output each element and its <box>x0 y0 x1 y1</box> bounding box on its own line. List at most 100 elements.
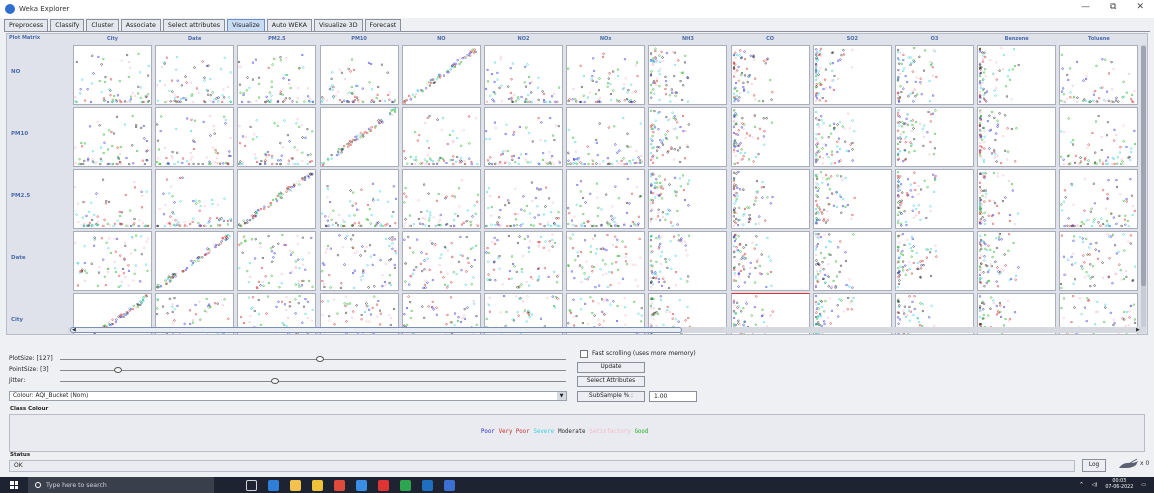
scatter-cell-no-pm25[interactable] <box>237 45 317 105</box>
log-button[interactable]: Log <box>1082 459 1106 472</box>
edge-icon[interactable] <box>268 479 279 491</box>
scatter-cell-pm25-nox[interactable] <box>566 169 646 229</box>
weka-bird-icon[interactable] <box>1117 458 1139 472</box>
chevron-down-icon[interactable]: ▼ <box>557 392 566 400</box>
tab-visualize[interactable]: Visualize <box>227 19 265 31</box>
scatter-cell-date-pm25[interactable] <box>237 231 317 291</box>
update-button[interactable]: Update <box>577 362 645 373</box>
minimize-icon[interactable]: — <box>1081 2 1090 12</box>
scatter-cell-pm10-o3[interactable] <box>895 107 974 167</box>
scatter-cell-pm25-benzene[interactable] <box>977 169 1057 229</box>
scatter-cell-date-co[interactable] <box>730 231 810 291</box>
scatter-cell-pm25-city[interactable] <box>73 169 152 229</box>
outlook-icon[interactable] <box>422 479 433 491</box>
taskbar-search-input[interactable]: Type here to search <box>28 477 214 493</box>
scatter-cell-pm10-so2[interactable] <box>812 107 892 167</box>
scatter-cell-pm10-benzene[interactable] <box>977 107 1057 167</box>
jitter-track[interactable] <box>60 381 566 382</box>
scatter-cell-pm25-so2[interactable] <box>812 169 892 229</box>
tab-auto-weka[interactable]: Auto WEKA <box>266 19 312 31</box>
scatter-cell-no-date[interactable] <box>155 45 235 105</box>
task-view-icon[interactable] <box>246 479 257 491</box>
scatter-cell-no-nh3[interactable] <box>648 45 728 105</box>
scatter-cell-no-o3[interactable] <box>895 45 974 105</box>
scatter-cell-pm25-pm25[interactable] <box>237 169 317 229</box>
point-size-slider-knob[interactable] <box>114 367 122 373</box>
matrix-horizontal-thumb[interactable] <box>70 327 682 333</box>
scatter-cell-pm25-co[interactable] <box>730 169 810 229</box>
store-icon[interactable] <box>290 479 301 491</box>
scatter-point <box>852 296 855 300</box>
scatter-cell-date-o3[interactable] <box>895 231 974 291</box>
scatter-cell-pm25-toluene[interactable] <box>1059 169 1139 229</box>
tab-forecast[interactable]: Forecast <box>364 19 402 31</box>
scatter-cell-pm25-nh3[interactable] <box>648 169 728 229</box>
tab-cluster[interactable]: Cluster <box>86 19 119 31</box>
scatter-cell-no-toluene[interactable] <box>1059 45 1139 105</box>
scatter-cell-pm10-toluene[interactable] <box>1059 107 1139 167</box>
restore-icon[interactable]: ⧉ <box>1110 2 1116 12</box>
scatter-cell-date-city[interactable] <box>73 231 152 291</box>
scatter-cell-pm10-nh3[interactable] <box>648 107 728 167</box>
plot-size-slider-knob[interactable] <box>316 356 324 362</box>
jitter-slider-knob[interactable] <box>271 378 279 384</box>
explorer-icon[interactable] <box>312 479 323 491</box>
scatter-cell-date-benzene[interactable] <box>977 231 1057 291</box>
scatter-cell-pm10-city[interactable] <box>73 107 152 167</box>
close-icon[interactable]: ✕ <box>1136 2 1144 12</box>
scatter-cell-pm10-pm25[interactable] <box>237 107 317 167</box>
scatter-cell-no-benzene[interactable] <box>977 45 1057 105</box>
scatter-cell-date-toluene[interactable] <box>1059 231 1139 291</box>
scatter-cell-no-so2[interactable] <box>812 45 892 105</box>
scatter-cell-date-date[interactable] <box>155 231 235 291</box>
scatter-cell-date-nh3[interactable] <box>648 231 728 291</box>
scroll-left-icon[interactable]: ◀ <box>72 327 76 333</box>
scatter-cell-no-city[interactable] <box>73 45 152 105</box>
fast-scrolling-checkbox[interactable] <box>580 350 588 358</box>
scatter-cell-no-pm10[interactable] <box>319 45 399 105</box>
opera-icon[interactable] <box>378 479 389 491</box>
scatter-cell-date-no2[interactable] <box>484 231 563 291</box>
tab-associate[interactable]: Associate <box>120 19 161 31</box>
scatter-cell-date-no[interactable] <box>401 231 481 291</box>
scatter-cell-pm25-no[interactable] <box>401 169 481 229</box>
scatter-cell-date-so2[interactable] <box>812 231 892 291</box>
scatter-cell-date-pm10[interactable] <box>319 231 399 291</box>
scatter-cell-pm10-co[interactable] <box>730 107 810 167</box>
matrix-vertical-thumb[interactable] <box>1141 46 1146 286</box>
select-attributes-button[interactable]: Select Attributes <box>577 376 645 387</box>
tab-preprocess[interactable]: Preprocess <box>4 19 49 31</box>
volume-icon[interactable]: ◁) <box>1092 482 1098 488</box>
colour-attribute-select[interactable]: Colour: AQI_Bucket (Nom) <box>9 391 567 401</box>
scatter-cell-no-nox[interactable] <box>566 45 646 105</box>
scatter-cell-pm10-date[interactable] <box>155 107 235 167</box>
point-size-track[interactable] <box>60 370 566 371</box>
start-icon[interactable] <box>0 477 28 493</box>
tab-select-attributes[interactable]: Select attributes <box>162 19 226 31</box>
chrome-alt-icon[interactable] <box>400 479 411 491</box>
weka-icon[interactable] <box>444 479 455 491</box>
scatter-cell-pm10-no2[interactable] <box>484 107 563 167</box>
scatter-cell-date-nox[interactable] <box>566 231 646 291</box>
scatter-cell-pm25-no2[interactable] <box>484 169 563 229</box>
chrome-icon[interactable] <box>334 479 345 491</box>
plot-size-track[interactable] <box>60 359 566 360</box>
scatter-cell-pm10-nox[interactable] <box>566 107 646 167</box>
clock[interactable]: 00:03 07-06-2022 <box>1105 479 1133 491</box>
subsample-button[interactable]: SubSample % : <box>577 391 645 402</box>
scatter-cell-no-no[interactable] <box>401 45 481 105</box>
subsample-input[interactable]: 1.00 <box>649 391 697 402</box>
scatter-cell-pm10-pm10[interactable] <box>319 107 399 167</box>
notification-icon[interactable]: ▭ <box>1141 482 1146 488</box>
mail-icon[interactable] <box>356 479 367 491</box>
scroll-right-icon[interactable]: ▶ <box>1136 327 1140 333</box>
scatter-cell-pm25-o3[interactable] <box>895 169 974 229</box>
tab-visualize-3d[interactable]: Visualize 3D <box>313 19 363 31</box>
tab-classify[interactable]: Classify <box>50 19 85 31</box>
scatter-cell-no-co[interactable] <box>730 45 810 105</box>
scatter-cell-pm25-pm10[interactable] <box>319 169 399 229</box>
tray-chevron-icon[interactable]: ^ <box>1079 482 1083 488</box>
scatter-cell-pm10-no[interactable] <box>401 107 481 167</box>
scatter-cell-pm25-date[interactable] <box>155 169 235 229</box>
scatter-cell-no-no2[interactable] <box>484 45 563 105</box>
